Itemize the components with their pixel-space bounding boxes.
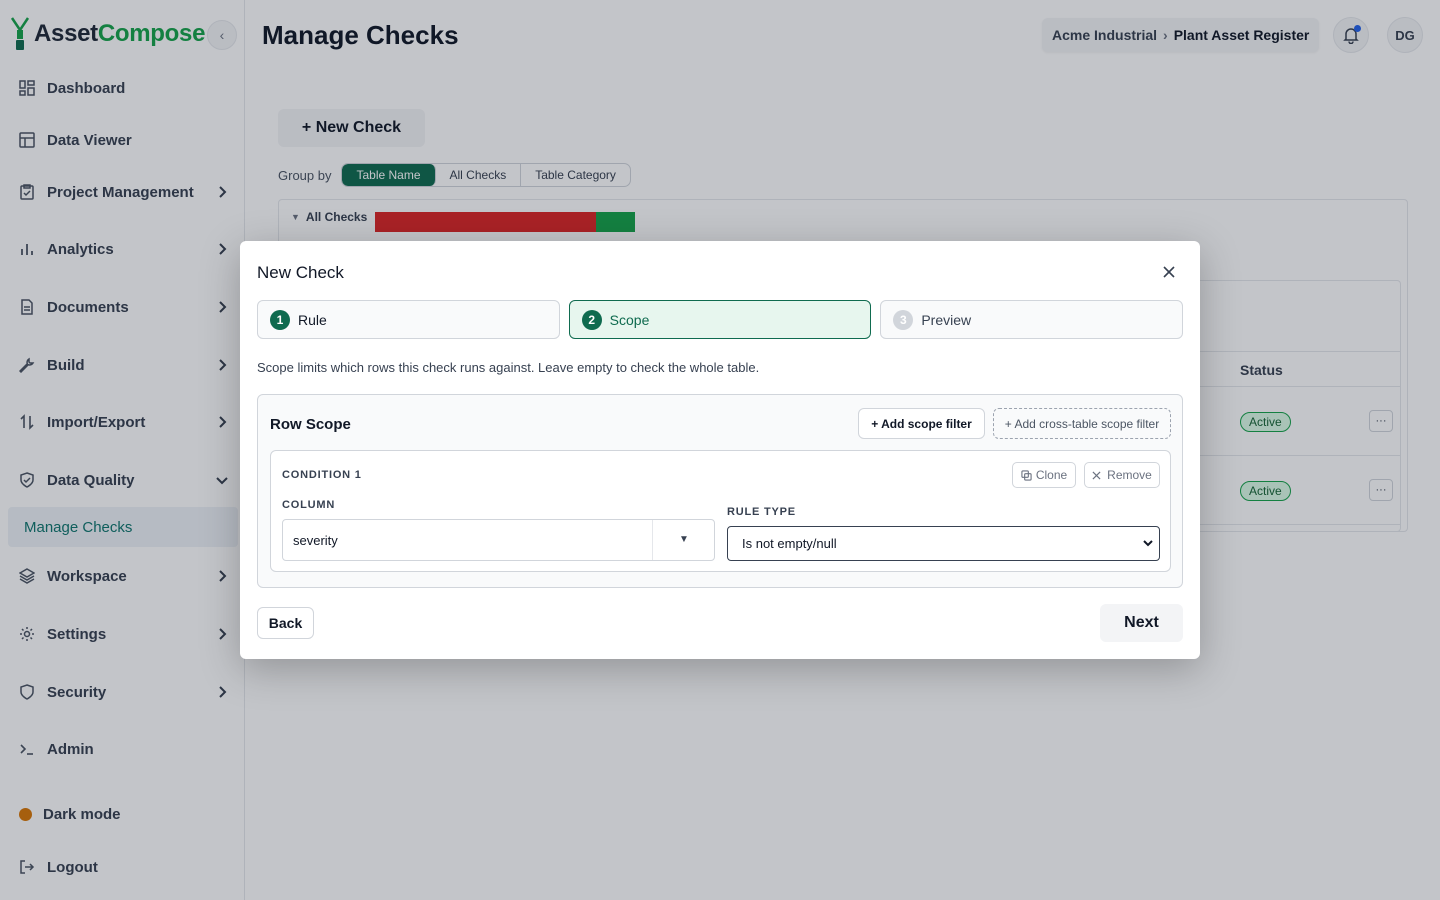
new-check-modal: New Check 1 Rule 2 Scope 3 Preview Scope…	[240, 241, 1200, 659]
step-label: Preview	[921, 311, 972, 328]
remove-condition-button[interactable]: Remove	[1084, 462, 1160, 488]
row-scope-title: Row Scope	[270, 416, 351, 433]
column-field-label: COLUMN	[282, 499, 336, 511]
clone-condition-button[interactable]: Clone	[1012, 462, 1076, 488]
rule-type-field-label: RULE TYPE	[727, 506, 796, 518]
row-scope-section: Row Scope + Add scope filter + Add cross…	[257, 394, 1183, 588]
modal-title: New Check	[257, 263, 344, 282]
step-preview[interactable]: 3 Preview	[880, 300, 1184, 339]
condition-card: CONDITION 1 Clone Remove COLUMN severity…	[270, 450, 1171, 572]
wizard-steps: 1 Rule 2 Scope 3 Preview	[257, 300, 1184, 339]
close-icon[interactable]	[1160, 263, 1178, 281]
chevron-down-icon	[1143, 540, 1153, 547]
clone-label: Clone	[1035, 468, 1068, 482]
column-select-value: severity	[293, 532, 338, 548]
condition-label: CONDITION 1	[282, 469, 362, 481]
column-select[interactable]: severity ▼	[282, 519, 715, 561]
step-label: Scope	[609, 311, 650, 328]
step-rule[interactable]: 1 Rule	[257, 300, 560, 339]
scope-description: Scope limits which rows this check runs …	[257, 360, 760, 375]
remove-label: Remove	[1107, 468, 1152, 482]
select-divider	[652, 520, 653, 560]
close-icon	[1092, 470, 1101, 480]
add-cross-table-filter-button[interactable]: + Add cross-table scope filter	[993, 408, 1171, 439]
step-number: 2	[581, 309, 602, 330]
copy-icon	[1021, 469, 1032, 481]
step-scope[interactable]: 2 Scope	[568, 300, 872, 339]
add-scope-filter-button[interactable]: + Add scope filter	[858, 408, 985, 439]
back-button[interactable]: Back	[257, 607, 314, 639]
step-label: Rule	[298, 311, 327, 328]
rule-type-value: Is not empty/null	[742, 536, 837, 551]
caret-down-icon: ▼	[679, 534, 689, 545]
step-number: 3	[893, 309, 914, 330]
rule-type-select[interactable]: Is not empty/null	[727, 526, 1160, 561]
next-button[interactable]: Next	[1100, 604, 1183, 642]
step-number: 1	[270, 309, 290, 330]
